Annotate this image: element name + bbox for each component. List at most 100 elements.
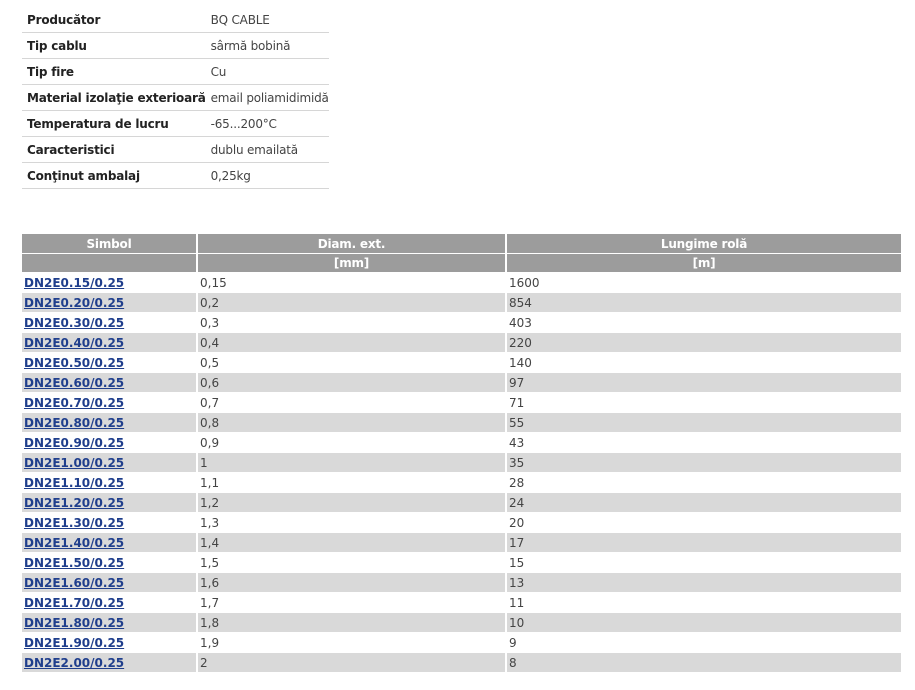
spec-row: Temperatura de lucru -65...200°C	[22, 110, 329, 137]
diameter-cell: 0,7	[196, 392, 506, 413]
table-row: DN2E0.40/0.25 0,4 220	[22, 332, 901, 353]
length-cell: 11	[505, 592, 901, 613]
table-row: DN2E0.30/0.25 0,3 403	[22, 312, 901, 333]
product-symbol-link[interactable]: DN2E1.30/0.25	[24, 516, 124, 530]
spec-row: Material izolaţie exterioară email poliam…	[22, 84, 329, 111]
product-symbol-link[interactable]: DN2E0.60/0.25	[24, 376, 124, 390]
diameter-cell: 0,8	[196, 412, 506, 433]
spec-label: Temperatura de lucru	[22, 110, 206, 137]
symbol-cell: DN2E1.60/0.25	[22, 572, 197, 593]
product-symbol-link[interactable]: DN2E1.80/0.25	[24, 616, 124, 630]
product-symbol-link[interactable]: DN2E1.20/0.25	[24, 496, 124, 510]
product-symbol-link[interactable]: DN2E0.70/0.25	[24, 396, 124, 410]
symbol-cell: DN2E1.20/0.25	[22, 492, 197, 513]
diameter-cell: 0,2	[196, 292, 506, 313]
table-row: DN2E0.60/0.25 0,6 97	[22, 372, 901, 393]
spec-value: BQ CABLE	[205, 7, 329, 33]
spec-label: Tip fire	[22, 58, 206, 85]
table-row: DN2E1.10/0.25 1,1 28	[22, 472, 901, 493]
length-cell: 9	[505, 632, 901, 653]
product-symbol-link[interactable]: DN2E0.40/0.25	[24, 336, 124, 350]
diameter-cell: 1,3	[196, 512, 506, 533]
spec-row: Tip cablu sârmă bobină	[22, 32, 329, 59]
product-symbol-link[interactable]: DN2E1.50/0.25	[24, 556, 124, 570]
diameter-cell: 0,15	[196, 272, 506, 293]
product-symbol-link[interactable]: DN2E0.80/0.25	[24, 416, 124, 430]
column-header-symbol: Simbol	[22, 234, 197, 254]
length-cell: 854	[505, 292, 901, 313]
table-row: DN2E1.00/0.25 1 35	[22, 452, 901, 473]
product-symbol-link[interactable]: DN2E2.00/0.25	[24, 656, 124, 670]
symbol-cell: DN2E0.80/0.25	[22, 412, 197, 433]
length-cell: 43	[505, 432, 901, 453]
diameter-cell: 1,2	[196, 492, 506, 513]
length-cell: 17	[505, 532, 901, 553]
table-row: DN2E0.90/0.25 0,9 43	[22, 432, 901, 453]
product-symbol-link[interactable]: DN2E1.10/0.25	[24, 476, 124, 490]
diameter-cell: 0,9	[196, 432, 506, 453]
table-row: DN2E1.60/0.25 1,6 13	[22, 572, 901, 593]
spec-label: Producător	[22, 7, 206, 33]
product-symbol-link[interactable]: DN2E0.90/0.25	[24, 436, 124, 450]
table-row: DN2E1.90/0.25 1,9 9	[22, 632, 901, 653]
diameter-cell: 1,1	[196, 472, 506, 493]
symbol-cell: DN2E2.00/0.25	[22, 652, 197, 672]
product-symbol-link[interactable]: DN2E1.90/0.25	[24, 636, 124, 650]
column-header-length-unit: [m]	[505, 253, 901, 273]
length-cell: 35	[505, 452, 901, 473]
symbol-cell: DN2E1.80/0.25	[22, 612, 197, 633]
product-symbol-link[interactable]: DN2E1.60/0.25	[24, 576, 124, 590]
product-symbol-link[interactable]: DN2E1.00/0.25	[24, 456, 124, 470]
column-header-diameter-unit: [mm]	[196, 253, 506, 273]
symbol-cell: DN2E0.70/0.25	[22, 392, 197, 413]
column-header-symbol-unit	[22, 253, 197, 273]
diameter-cell: 1,8	[196, 612, 506, 633]
length-cell: 140	[505, 352, 901, 373]
product-symbol-link[interactable]: DN2E0.50/0.25	[24, 356, 124, 370]
symbol-cell: DN2E0.50/0.25	[22, 352, 197, 373]
length-cell: 55	[505, 412, 901, 433]
symbol-cell: DN2E0.60/0.25	[22, 372, 197, 393]
table-row: DN2E1.80/0.25 1,8 10	[22, 612, 901, 633]
symbol-cell: DN2E0.20/0.25	[22, 292, 197, 313]
table-row: DN2E1.50/0.25 1,5 15	[22, 552, 901, 573]
length-cell: 28	[505, 472, 901, 493]
column-header-diameter: Diam. ext.	[196, 234, 506, 254]
spec-row: Conţinut ambalaj 0,25kg	[22, 162, 329, 189]
symbol-cell: DN2E1.90/0.25	[22, 632, 197, 653]
table-row: DN2E0.80/0.25 0,8 55	[22, 412, 901, 433]
length-cell: 24	[505, 492, 901, 513]
symbol-cell: DN2E0.40/0.25	[22, 332, 197, 353]
table-row: DN2E0.50/0.25 0,5 140	[22, 352, 901, 373]
length-cell: 13	[505, 572, 901, 593]
diameter-cell: 1,6	[196, 572, 506, 593]
diameter-cell: 1,5	[196, 552, 506, 573]
product-symbol-link[interactable]: DN2E1.70/0.25	[24, 596, 124, 610]
product-symbol-link[interactable]: DN2E0.15/0.25	[24, 276, 124, 290]
length-cell: 71	[505, 392, 901, 413]
spec-label: Caracteristici	[22, 136, 206, 163]
spec-value: sârmă bobină	[205, 32, 329, 59]
spec-label: Tip cablu	[22, 32, 206, 59]
product-symbol-link[interactable]: DN2E0.20/0.25	[24, 296, 124, 310]
spec-label: Conţinut ambalaj	[22, 162, 206, 189]
product-symbol-link[interactable]: DN2E1.40/0.25	[24, 536, 124, 550]
table-row: DN2E1.30/0.25 1,3 20	[22, 512, 901, 533]
diameter-cell: 0,4	[196, 332, 506, 353]
diameter-cell: 1,4	[196, 532, 506, 553]
product-symbol-link[interactable]: DN2E0.30/0.25	[24, 316, 124, 330]
length-cell: 10	[505, 612, 901, 633]
spec-row: Producător BQ CABLE	[22, 7, 329, 33]
diameter-cell: 1,9	[196, 632, 506, 653]
diameter-cell: 1	[196, 452, 506, 473]
length-cell: 1600	[505, 272, 901, 293]
diameter-cell: 2	[196, 652, 506, 672]
symbol-cell: DN2E1.00/0.25	[22, 452, 197, 473]
spec-value: Cu	[205, 58, 329, 85]
table-row: DN2E0.20/0.25 0,2 854	[22, 292, 901, 313]
diameter-cell: 0,6	[196, 372, 506, 393]
length-cell: 220	[505, 332, 901, 353]
symbol-cell: DN2E0.30/0.25	[22, 312, 197, 333]
spec-row: Tip fire Cu	[22, 58, 329, 85]
table-row: DN2E1.20/0.25 1,2 24	[22, 492, 901, 513]
